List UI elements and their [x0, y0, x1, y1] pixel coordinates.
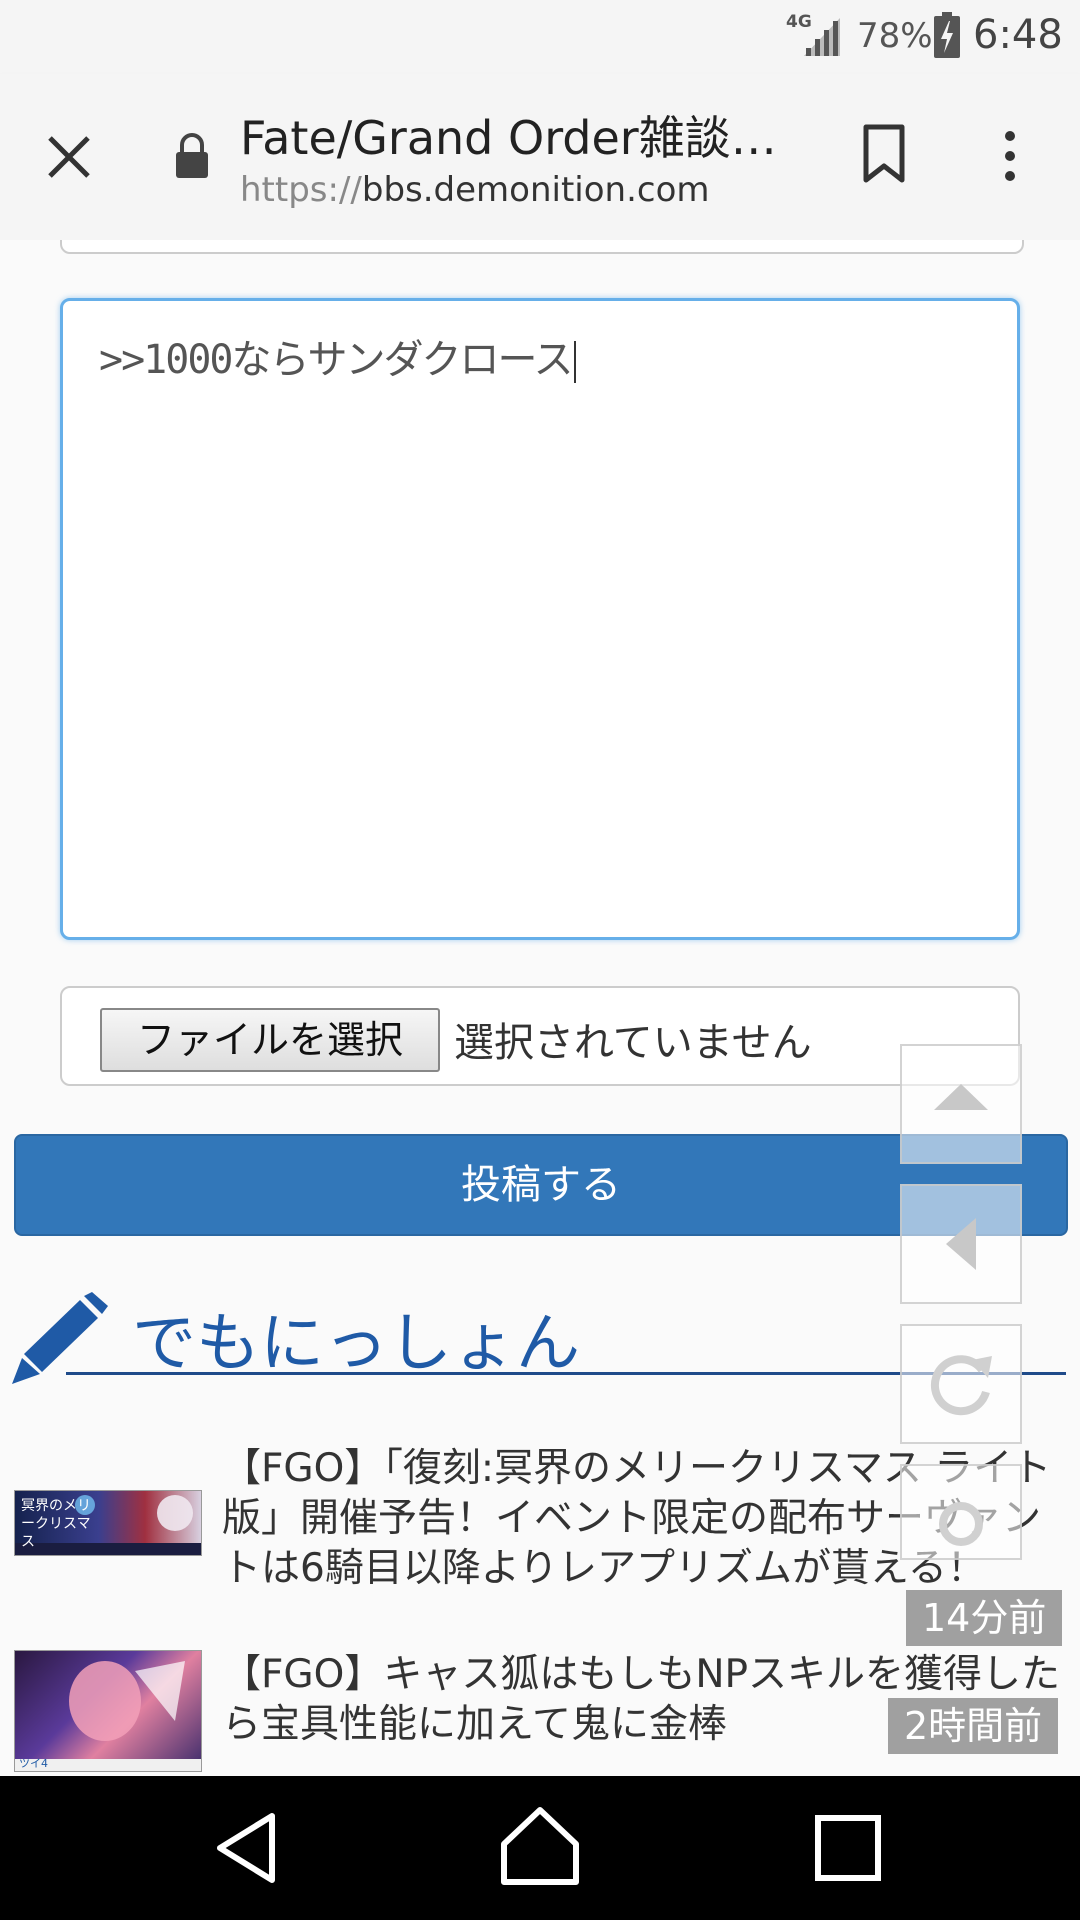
time-badge: 14分前 — [906, 1590, 1063, 1646]
signal-icon — [804, 18, 840, 56]
comment-textarea[interactable]: >>1000ならサンダクロース — [60, 298, 1020, 940]
gear-icon — [939, 1502, 983, 1546]
web-content: >>1000ならサンダクロース ファイルを選択 選択されていません 投稿する で… — [0, 240, 1080, 1776]
news-thumbnail[interactable]: 冥界のメリークリスマス — [14, 1490, 202, 1556]
recent-apps-icon[interactable] — [812, 1812, 884, 1884]
triangle-left-icon — [946, 1218, 976, 1270]
home-icon[interactable] — [498, 1804, 582, 1888]
time-badge: 2時間前 — [888, 1698, 1059, 1754]
battery-charging-icon — [934, 12, 960, 58]
more-menu-icon[interactable] — [994, 128, 1026, 184]
thumbnail-art — [15, 1661, 201, 1771]
bookmark-icon[interactable] — [862, 124, 906, 184]
thumbnail-label: ツイ4 — [19, 1757, 48, 1770]
settings-button[interactable] — [900, 1464, 1022, 1560]
lock-icon[interactable] — [174, 132, 210, 180]
refresh-icon — [930, 1355, 992, 1416]
reload-button[interactable] — [900, 1324, 1022, 1444]
file-status: 選択されていません — [454, 1020, 812, 1066]
section-title: でもにっしょん — [132, 1307, 580, 1381]
scroll-top-button[interactable] — [900, 1044, 1022, 1164]
file-input: ファイルを選択 選択されていません — [60, 986, 1020, 1086]
browser-toolbar: Fate/Grand Order雑談ス… https://bbs.demonit… — [0, 74, 1080, 242]
page-title[interactable]: Fate/Grand Order雑談ス… — [240, 102, 800, 168]
clock: 6:48 — [973, 12, 1063, 58]
news-thumbnail[interactable]: ツイ4 — [14, 1650, 202, 1772]
url-display[interactable]: https://bbs.demonition.com — [240, 170, 710, 210]
previous-input-field[interactable] — [60, 240, 1024, 254]
textarea-value: >>1000ならサンダクロース — [99, 337, 573, 383]
choose-file-button[interactable]: ファイルを選択 — [100, 1008, 440, 1072]
url-scheme: https:// — [240, 170, 362, 210]
text-caret — [573, 341, 576, 383]
back-icon[interactable] — [210, 1808, 290, 1888]
thumbnail-label: 冥界のメリークリスマス — [21, 1498, 91, 1550]
triangle-up-icon — [934, 1084, 988, 1110]
back-page-button[interactable] — [900, 1184, 1022, 1304]
system-nav-bar — [0, 1776, 1080, 1920]
close-icon[interactable] — [44, 132, 94, 182]
url-host: bbs.demonition.com — [361, 170, 710, 210]
status-bar: 4G 78% 6:48 — [0, 0, 1080, 74]
battery-percent: 78% — [857, 16, 933, 56]
